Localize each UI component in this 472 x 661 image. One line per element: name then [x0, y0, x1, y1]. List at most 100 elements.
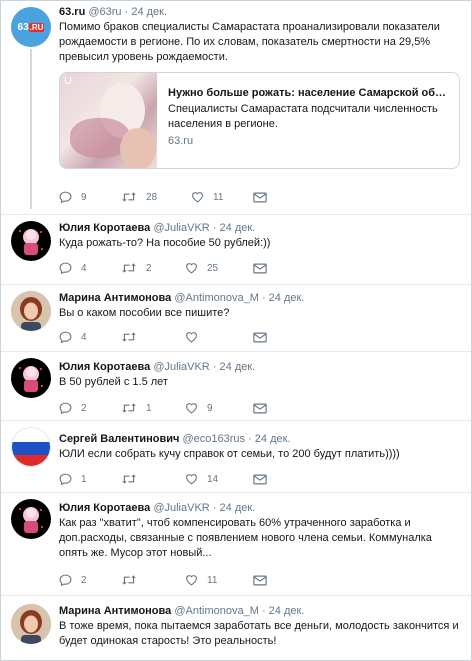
retweet-icon	[122, 192, 136, 202]
author-name[interactable]: Юлия Коротаева	[59, 222, 150, 234]
dm-button[interactable]	[253, 575, 267, 586]
avatar[interactable]	[11, 427, 51, 467]
card-description: Специалисты Самарастата подсчитали числе…	[168, 103, 438, 130]
heart-icon	[186, 263, 197, 274]
card-image: U	[60, 73, 157, 168]
tweet[interactable]: Марина Антимонова @Antimonova_M · 24 дек…	[1, 285, 471, 352]
dm-button[interactable]	[253, 263, 267, 274]
envelope-icon	[253, 263, 267, 273]
tweet-actions: 2 11	[59, 573, 267, 587]
tweet[interactable]: 63.RU 63.ru @63ru · 24 дек. Помимо брако…	[1, 1, 471, 215]
reply-count: 2	[81, 574, 87, 586]
retweet-icon	[122, 575, 136, 585]
author-handle[interactable]: @Antimonova_M	[174, 605, 259, 617]
avatar[interactable]	[11, 604, 51, 644]
tweet-date[interactable]: 24 дек.	[269, 605, 305, 617]
card-domain: 63.ru	[168, 135, 194, 147]
tweet-date[interactable]: 24 дек.	[269, 292, 305, 304]
heart-icon	[186, 332, 197, 343]
tweet-date[interactable]: 24 дек.	[220, 502, 256, 514]
heart-icon	[186, 474, 197, 485]
reply-icon	[59, 473, 72, 485]
like-count: 14	[207, 473, 219, 485]
envelope-icon	[253, 332, 267, 342]
like-count: 11	[213, 191, 224, 203]
tweet-actions: 4 2 25	[59, 261, 267, 275]
like-count: 9	[207, 402, 213, 414]
retweet-count: 2	[146, 262, 152, 274]
retweet-icon	[122, 474, 136, 484]
tweet-text: В тоже время, пока пытаемся заработать в…	[59, 620, 459, 647]
tweet[interactable]: Сергей Валентинович @eco163rus · 24 дек.…	[1, 421, 471, 493]
author-handle[interactable]: @JuliaVKR	[153, 361, 209, 373]
tweet[interactable]: Юлия Коротаева @JuliaVKR · 24 дек. В 50 …	[1, 352, 471, 421]
like-count: 11	[207, 574, 218, 586]
separator-dot: ·	[212, 361, 217, 373]
author-name[interactable]: Марина Антимонова	[59, 605, 171, 617]
reply-button[interactable]: 2	[59, 574, 121, 586]
link-card[interactable]: U Нужно больше рожать: население Самарск…	[59, 72, 460, 169]
avatar[interactable]: 63.RU	[11, 7, 51, 47]
tweet[interactable]: Марина Антимонова @Antimonova_M · 24 дек…	[1, 596, 471, 660]
like-button[interactable]: 14	[185, 473, 253, 485]
tweet-date[interactable]: 24 дек.	[220, 222, 256, 234]
card-title: Нужно больше рожать: население Самарской…	[168, 87, 447, 99]
author-name[interactable]: Сергей Валентинович	[59, 433, 179, 445]
like-button[interactable]: 11	[185, 574, 253, 586]
tweet-text: В 50 рублей с 1.5 лет	[59, 376, 168, 388]
author-handle[interactable]: @JuliaVKR	[153, 222, 209, 234]
retweet-button[interactable]: 28	[121, 191, 191, 203]
retweet-count: 1	[146, 402, 152, 414]
like-button[interactable]	[185, 331, 253, 343]
like-button[interactable]: 25	[185, 262, 253, 274]
author-name[interactable]: Юлия Коротаева	[59, 502, 150, 514]
retweet-icon	[122, 332, 136, 342]
reply-button[interactable]: 4	[59, 331, 121, 343]
tweet-date[interactable]: 24 дек.	[220, 361, 256, 373]
heart-icon	[186, 403, 197, 414]
author-handle[interactable]: @63ru	[88, 6, 121, 18]
reply-count: 4	[81, 262, 87, 274]
reply-button[interactable]: 1	[59, 473, 121, 485]
avatar[interactable]	[11, 291, 51, 331]
tweet-text: Помимо браков специалисты Самарастата пр…	[59, 21, 440, 63]
author-handle[interactable]: @Antimonova_M	[174, 292, 259, 304]
reply-icon	[59, 402, 72, 414]
separator-dot: ·	[124, 6, 129, 18]
like-button[interactable]: 11	[191, 191, 253, 203]
reply-icon	[59, 331, 72, 343]
retweet-button[interactable]: 1	[121, 402, 185, 414]
reply-count: 2	[81, 402, 87, 414]
author-name[interactable]: 63.ru	[59, 6, 85, 18]
tweet[interactable]: Юлия Коротаева @JuliaVKR · 24 дек. Как р…	[1, 493, 471, 596]
reply-button[interactable]: 9	[59, 191, 121, 203]
like-button[interactable]: 9	[185, 402, 253, 414]
reply-button[interactable]: 2	[59, 402, 121, 414]
avatar[interactable]	[11, 221, 51, 261]
tweet-actions: 1 14	[59, 472, 267, 486]
retweet-count: 28	[146, 191, 158, 203]
tweet-date[interactable]: 24 дек.	[255, 433, 291, 445]
tweet-date[interactable]: 24 дек.	[131, 6, 167, 18]
retweet-button[interactable]	[121, 331, 185, 343]
retweet-button[interactable]	[121, 574, 185, 586]
tweet[interactable]: Юлия Коротаева @JuliaVKR · 24 дек. Куда …	[1, 215, 471, 285]
author-handle[interactable]: @eco163rus	[182, 433, 245, 445]
dm-button[interactable]	[253, 332, 267, 343]
tweet-thread: 63.RU 63.ru @63ru · 24 дек. Помимо брако…	[0, 0, 472, 661]
author-handle[interactable]: @JuliaVKR	[153, 502, 209, 514]
author-name[interactable]: Юлия Коротаева	[59, 361, 150, 373]
avatar[interactable]	[11, 358, 51, 398]
retweet-button[interactable]: 2	[121, 262, 185, 274]
dm-button[interactable]	[253, 403, 267, 414]
reply-button[interactable]: 4	[59, 262, 121, 274]
dm-button[interactable]	[253, 474, 267, 485]
retweet-button[interactable]	[121, 473, 185, 485]
dm-button[interactable]	[253, 192, 267, 203]
author-name[interactable]: Марина Антимонова	[59, 292, 171, 304]
tweet-actions: 2 1 9	[59, 401, 267, 415]
reply-count: 9	[81, 191, 87, 203]
envelope-icon	[253, 474, 267, 484]
avatar[interactable]	[11, 499, 51, 539]
tweet-text: Вы о каком пособии все пишите?	[59, 307, 230, 319]
